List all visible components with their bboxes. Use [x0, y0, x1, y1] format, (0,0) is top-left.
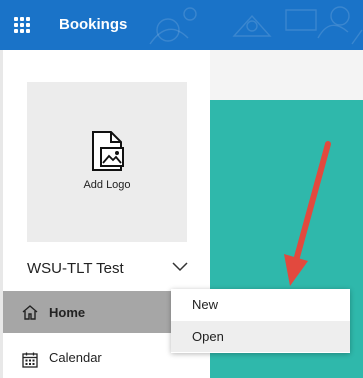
app-launcher-icon[interactable]	[14, 17, 30, 33]
content-header-strip	[210, 50, 363, 100]
business-name: WSU-TLT Test	[27, 260, 124, 277]
menu-item-label: Open	[192, 329, 224, 344]
menu-item-open[interactable]: Open	[171, 321, 350, 352]
menu-item-new[interactable]: New	[171, 289, 350, 320]
calendar-icon	[22, 352, 38, 368]
chevron-down-icon[interactable]	[171, 260, 189, 272]
sidebar-item-label: Calendar	[49, 350, 102, 365]
add-logo-label: Add Logo	[83, 179, 131, 191]
add-image-icon	[92, 131, 124, 171]
header-background-pattern	[149, 6, 363, 45]
app-title: Bookings	[59, 16, 128, 33]
home-icon	[22, 305, 38, 320]
sidebar-item-label: Home	[49, 305, 86, 320]
menu-item-label: New	[192, 297, 219, 312]
add-logo-button[interactable]: Add Logo	[27, 82, 187, 242]
suite-header: Bookings	[0, 0, 363, 50]
business-dropdown-menu: New Open	[171, 289, 350, 353]
